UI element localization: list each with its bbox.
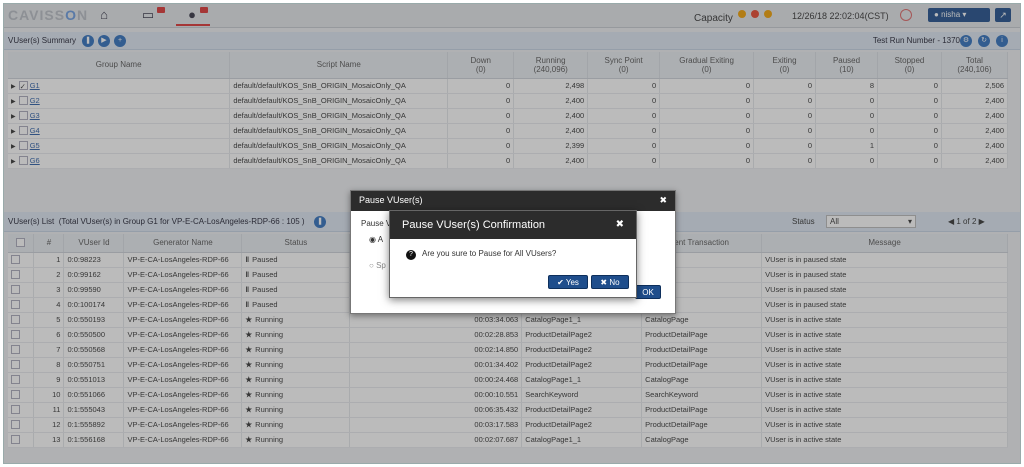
pause-dialog-header: Pause VUser(s) ✖ (351, 191, 675, 211)
pause-option-all-label: A (377, 235, 384, 244)
ok-button[interactable]: OK (635, 285, 661, 299)
pause-confirmation-dialog: Pause VUser(s) Confirmation ✖ ? Are you su… (389, 210, 637, 298)
confirmation-title: Pause VUser(s) Confirmation (402, 219, 546, 231)
pause-option-all[interactable]: ◉ A (369, 235, 383, 244)
yes-label: Yes (565, 278, 579, 287)
pause-dialog-title: Pause VUser(s) (359, 195, 423, 205)
confirmation-question: Are you sure to Pause for All VUsers? (422, 249, 557, 258)
pause-option-specific[interactable]: ○ Sp (369, 261, 386, 270)
no-button[interactable]: ✖ No (591, 275, 629, 289)
pause-dialog-label: Pause V (361, 219, 392, 228)
modal-overlay (4, 4, 1020, 187)
no-label: No (609, 278, 620, 287)
close-icon[interactable]: ✖ (616, 219, 624, 230)
close-icon[interactable]: ✖ (659, 195, 667, 206)
yes-button[interactable]: ✔ Yes (548, 275, 588, 289)
pause-option-specific-label: Sp (376, 261, 386, 270)
confirmation-header: Pause VUser(s) Confirmation ✖ (390, 211, 636, 239)
confirmation-message: ? Are you sure to Pause for All VUsers? (406, 249, 556, 260)
app-window: CAVISSON ⌂ ▭ ● Capacity 12/26/18 22:02:0… (3, 3, 1021, 464)
question-icon: ? (406, 250, 416, 260)
